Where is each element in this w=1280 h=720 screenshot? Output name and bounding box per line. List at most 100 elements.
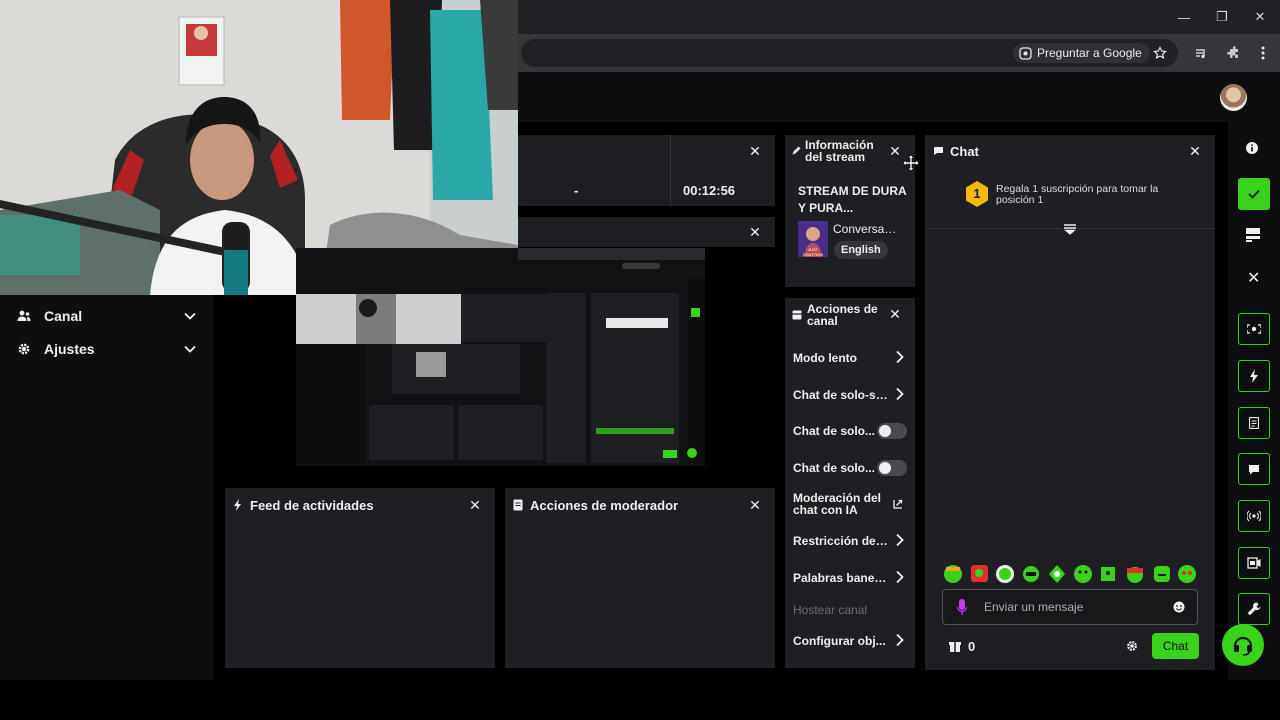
channel-points-icon[interactable] xyxy=(948,639,962,653)
notes-button[interactable] xyxy=(1238,407,1270,439)
close-icon[interactable]: ✕ xyxy=(747,143,763,159)
bookmark-star-icon[interactable] xyxy=(1149,42,1171,64)
emote-icon xyxy=(944,565,1196,583)
chat-send-button[interactable]: Chat xyxy=(1152,633,1199,659)
action-label: Hostear canal xyxy=(793,603,868,617)
chevron-down-icon xyxy=(183,309,197,323)
close-icon[interactable]: ✕ xyxy=(1187,143,1203,159)
card-icon xyxy=(792,310,802,320)
chat-settings-icon[interactable] xyxy=(1126,640,1138,652)
sidebar-item-canal[interactable]: Canal xyxy=(0,300,213,332)
points-count: 0 xyxy=(968,639,976,654)
activity-feed-title: Feed de actividades xyxy=(250,498,374,513)
support-button[interactable] xyxy=(1222,624,1264,666)
minimize-icon[interactable]: — xyxy=(1173,6,1195,28)
action-followers-only[interactable]: Chat de solo-seg xyxy=(793,384,911,406)
close-icon[interactable]: ✕ xyxy=(467,497,483,513)
ad-button[interactable] xyxy=(1238,360,1270,392)
chat-bubble-icon xyxy=(1248,464,1260,475)
chat-input-placeholder: Enviar un mensaje xyxy=(984,600,1084,614)
channel-actions-title: Acciones de canal xyxy=(807,302,878,328)
move-cursor-icon xyxy=(903,155,919,171)
extensions-icon[interactable] xyxy=(1222,42,1244,64)
lightning-icon xyxy=(1249,369,1259,383)
action-emote-only[interactable]: Chat de solo... xyxy=(793,457,911,479)
check-button[interactable] xyxy=(1238,178,1270,210)
chevron-right-icon xyxy=(895,570,905,584)
microphone-icon[interactable] xyxy=(957,599,967,615)
action-configure-goals[interactable]: Configurar obj... xyxy=(793,630,911,652)
category-name[interactable]: Conversando xyxy=(833,222,903,236)
chat-title: Chat xyxy=(950,144,979,159)
action-label: Chat de solo-seg xyxy=(793,388,888,402)
chat-bubble-icon xyxy=(933,146,944,156)
close-rail-icon[interactable]: ✕ xyxy=(1247,268,1260,288)
sidebar-item-ajustes[interactable]: Ajustes xyxy=(0,333,213,365)
action-subs-only[interactable]: Chat de solo... xyxy=(793,420,911,442)
clip-button[interactable] xyxy=(1238,313,1270,345)
stat-value: - xyxy=(574,183,579,198)
action-label: Modo lento xyxy=(793,351,857,365)
close-window-icon[interactable]: ✕ xyxy=(1249,6,1271,28)
chat-button[interactable] xyxy=(1238,453,1270,485)
action-label: Restricción de ed xyxy=(793,534,888,548)
document-icon xyxy=(513,499,523,511)
tag-chip[interactable]: English xyxy=(834,241,888,259)
camera-icon xyxy=(1247,323,1261,335)
sidebar: Canal Ajustes xyxy=(0,295,213,680)
chevron-right-icon xyxy=(895,633,905,647)
close-icon[interactable]: ✕ xyxy=(747,224,763,240)
emote-only-toggle[interactable] xyxy=(877,460,907,476)
browser-menu-icon[interactable] xyxy=(1252,42,1274,64)
action-edit-restriction[interactable]: Restricción de ed xyxy=(793,530,911,552)
stream-stats-panel: ✕ - 00:12:56 xyxy=(518,135,775,206)
stream-title[interactable]: STREAM DE DURA Y PURA... xyxy=(798,183,910,217)
close-icon[interactable]: ✕ xyxy=(887,306,903,322)
document-icon xyxy=(1249,417,1259,429)
pencil-icon xyxy=(792,146,801,155)
chevron-right-icon xyxy=(895,350,905,364)
stats-divider xyxy=(670,135,671,206)
layout-icon[interactable] xyxy=(1246,228,1260,242)
sidebar-item-label: Ajustes xyxy=(44,341,95,357)
activity-feed-panel: Feed de actividades ✕ xyxy=(225,488,495,668)
emoji-icon[interactable] xyxy=(1173,601,1185,613)
check-icon xyxy=(1248,189,1260,199)
maximize-icon[interactable]: ❐ xyxy=(1211,6,1233,28)
action-label: Chat de solo... xyxy=(793,424,875,438)
action-slow-mode[interactable]: Modo lento xyxy=(793,347,911,369)
raid-button[interactable] xyxy=(1238,547,1270,579)
wrench-icon xyxy=(1247,602,1261,616)
action-label: Configurar obj... xyxy=(793,634,886,648)
close-icon[interactable]: ✕ xyxy=(887,143,903,159)
headset-icon xyxy=(1232,634,1254,656)
emote-row xyxy=(943,563,1200,585)
stream-info-title: Información del stream xyxy=(805,138,874,164)
stream-info-panel: Información del stream ✕ STREAM DE DURA … xyxy=(785,135,915,287)
stream-timer: 00:12:56 xyxy=(683,183,736,198)
expand-leaderboard-icon[interactable] xyxy=(1063,223,1077,235)
mod-tools-button[interactable] xyxy=(1238,593,1270,625)
mod-actions-panel: Acciones de moderador ✕ xyxy=(505,488,775,668)
category-thumbnail[interactable]: JUST CHATTING xyxy=(798,221,828,257)
stream-preview xyxy=(296,248,705,466)
broadcast-button[interactable] xyxy=(1238,500,1270,532)
avatar[interactable] xyxy=(1220,84,1247,111)
thumbnail-text: JUST CHATTING xyxy=(802,247,824,257)
broadcast-icon xyxy=(1247,510,1261,522)
chevron-right-icon xyxy=(895,387,905,401)
rank-badge: 1 xyxy=(965,181,989,207)
channel-actions-panel: Acciones de canal ✕ Modo lento Chat de s… xyxy=(785,298,915,668)
ask-google-button[interactable]: Preguntar a Google xyxy=(1013,43,1150,63)
stream-preview-header: ✕ xyxy=(518,217,775,247)
rank-number: 1 xyxy=(973,186,981,201)
action-ai-moderation[interactable]: Moderación del chat con IA xyxy=(793,492,911,522)
media-control-icon[interactable] xyxy=(1190,42,1212,64)
close-icon[interactable]: ✕ xyxy=(747,497,763,513)
action-banned-words[interactable]: Palabras baneadas xyxy=(793,567,911,589)
ask-google-label: Preguntar a Google xyxy=(1037,46,1142,60)
subs-only-toggle[interactable] xyxy=(877,423,907,439)
app-header xyxy=(518,72,1280,122)
chat-input[interactable]: Enviar un mensaje xyxy=(942,589,1198,625)
info-icon[interactable] xyxy=(1246,142,1258,154)
